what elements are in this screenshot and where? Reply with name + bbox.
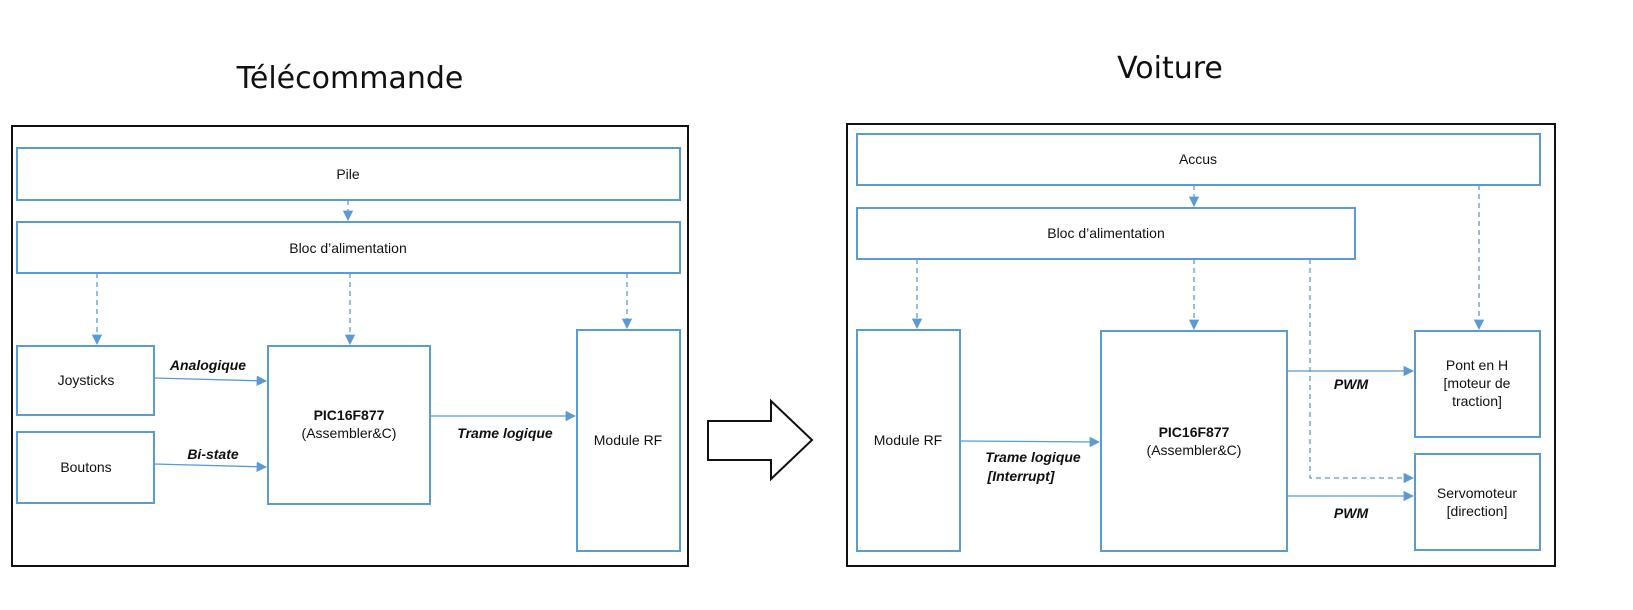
- edge-label-pwm-pont: PWM: [1334, 376, 1369, 392]
- edge-label-trame-line1: Trame logique: [985, 449, 1081, 465]
- pile-label: Pile: [336, 166, 360, 182]
- pic-sub-voiture: (Assembler&C): [1147, 442, 1242, 458]
- bloc-alimentation-label-voiture: Bloc d’alimentation: [1047, 225, 1165, 241]
- edge-label-pwm-servo: PWM: [1334, 505, 1369, 521]
- power-arrow-to-servomoteur: [1309, 259, 1415, 484]
- module-rf-label-voiture: Module RF: [874, 432, 942, 448]
- bloc-alimentation-label: Bloc d’alimentation: [289, 240, 407, 256]
- pont-label-line1: Pont en H: [1446, 357, 1508, 373]
- joysticks-label: Joysticks: [58, 372, 115, 388]
- edge-label-trame-logique: Trame logique: [457, 425, 553, 441]
- signal-arrow-analogique: [153, 375, 268, 386]
- edge-label-bistate: Bi-state: [187, 446, 239, 462]
- signal-arrow-trame-logique-voiture: [959, 436, 1101, 448]
- pic-block-voiture: [1100, 330, 1288, 552]
- pic-name-voiture: PIC16F877: [1159, 424, 1230, 440]
- signal-arrow-bistate: [153, 461, 268, 472]
- boutons-label: Boutons: [60, 459, 111, 475]
- edge-label-analogique: Analogique: [169, 357, 246, 373]
- servo-label-line1: Servomoteur: [1437, 485, 1517, 501]
- block-diagram: Télécommande Voiture Pile Bloc d’aliment…: [11, 51, 1556, 567]
- servo-label-line2: [direction]: [1447, 503, 1508, 519]
- pont-label-line3: traction]: [1452, 393, 1502, 409]
- pont-label-line2: [moteur de: [1444, 375, 1511, 391]
- title-telecommande: Télécommande: [236, 61, 464, 96]
- edge-label-trame-line2: [Interrupt]: [987, 468, 1056, 484]
- title-voiture: Voiture: [1117, 51, 1223, 86]
- module-rf-label-telecommande: Module RF: [594, 432, 662, 448]
- pic-sub-telecommande: (Assembler&C): [302, 425, 397, 441]
- servomoteur-block: [1414, 453, 1541, 551]
- right-arrow-icon: [707, 398, 814, 482]
- accus-label: Accus: [1179, 151, 1217, 167]
- pic-name-telecommande: PIC16F877: [314, 407, 385, 423]
